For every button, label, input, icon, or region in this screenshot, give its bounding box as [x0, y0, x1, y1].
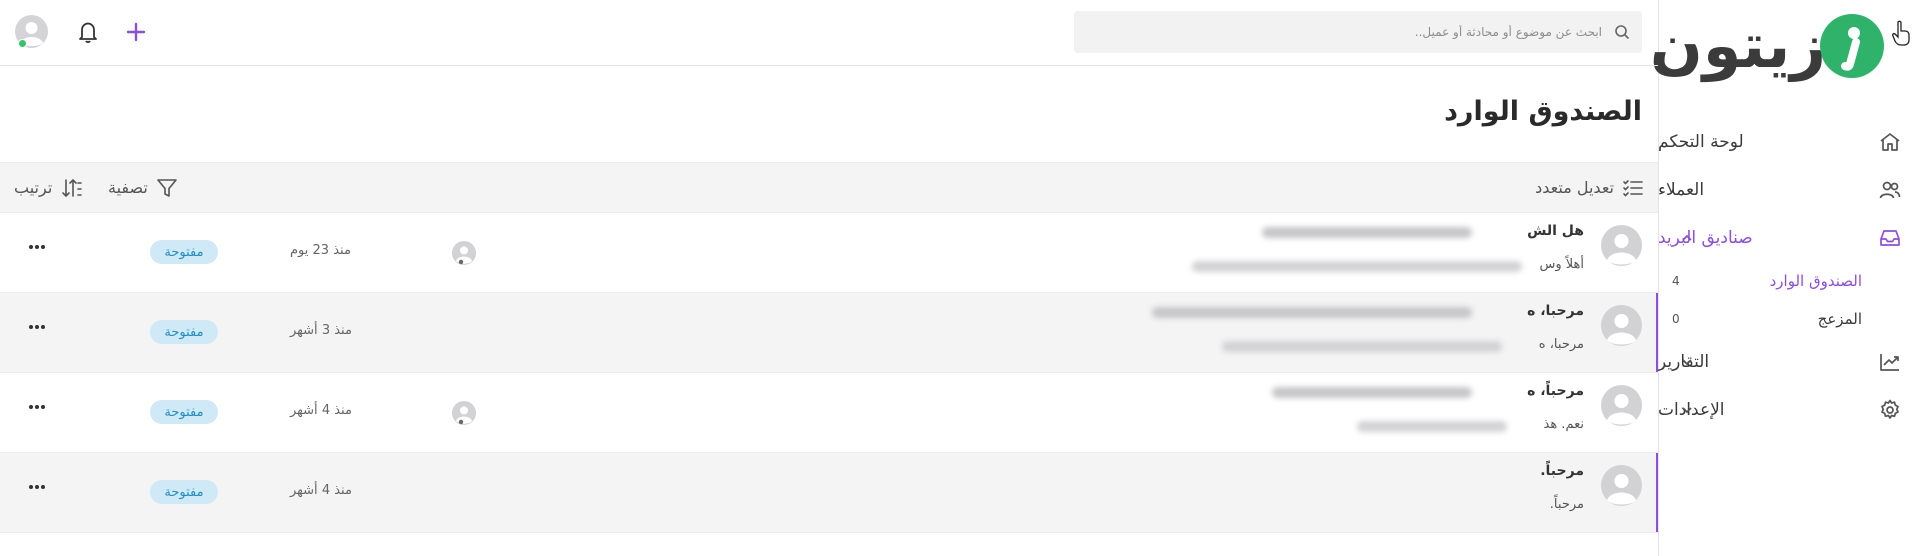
app-logo[interactable]: زيتون	[1650, 9, 1896, 82]
more-options-icon[interactable]	[28, 244, 46, 250]
status-badge: مفتوحة	[150, 320, 218, 344]
sidebar-item-customers[interactable]: العملاء	[1658, 166, 1912, 214]
conversation-subject: هل الش	[1527, 223, 1584, 239]
conversation-preview: أهلاً وس	[1539, 257, 1584, 272]
online-status-dot	[18, 39, 27, 48]
sort-label: ترتيب	[14, 178, 53, 197]
chevron-down-icon[interactable]	[1680, 355, 1694, 369]
bulk-edit-button[interactable]: تعديل متعدد	[1535, 163, 1644, 212]
conversation-subject: مرحبا، ه	[1527, 303, 1584, 319]
conversation-row[interactable]: مرحباً. مرحباً. منذ 4 أشهر مفتوحة	[0, 453, 1658, 533]
conversation-time: منذ 3 أشهر	[290, 323, 352, 338]
sidebar: زيتون لوحة التحكم العملاء صناديق البريد	[1650, 0, 1912, 556]
conversation-preview: مرحباً.	[1549, 497, 1584, 512]
chart-icon	[1880, 354, 1899, 371]
sidebar-item-label: لوحة التحكم	[1658, 132, 1744, 152]
sort-icon	[62, 178, 83, 197]
mouse-cursor-icon	[1892, 20, 1910, 46]
status-badge: مفتوحة	[150, 240, 218, 264]
sidebar-subitem-inbox[interactable]: الصندوق الوارد 4	[1658, 262, 1912, 300]
checklist-icon	[1623, 179, 1643, 197]
plus-icon[interactable]	[125, 21, 147, 43]
status-badge: مفتوحة	[150, 400, 218, 424]
sidebar-item-dashboard[interactable]: لوحة التحكم	[1658, 118, 1912, 166]
bulk-edit-label: تعديل متعدد	[1535, 178, 1614, 197]
home-icon	[1880, 133, 1900, 151]
users-icon	[1879, 181, 1901, 199]
redacted-content	[1082, 293, 1582, 373]
conversation-preview: نعم. هذ	[1543, 417, 1585, 432]
filter-button[interactable]: تصفية	[108, 163, 178, 212]
agent-avatar	[452, 241, 476, 265]
sidebar-subitem-spam[interactable]: المزعج 0	[1658, 300, 1912, 338]
sidebar-item-mailboxes[interactable]: صناديق البريد	[1658, 214, 1912, 262]
conversation-row[interactable]: مرحبا، ه مرحبا، ه منذ 3 أشهر مفتوحة	[0, 293, 1658, 373]
search-input[interactable]	[1074, 11, 1642, 53]
chevron-down-icon[interactable]	[1680, 403, 1694, 417]
customer-avatar	[1601, 305, 1642, 346]
conversation-time: منذ 23 يوم	[290, 243, 351, 258]
sidebar-item-label: العملاء	[1658, 180, 1705, 200]
topbar	[0, 0, 1658, 66]
sidebar-subitem-label: الصندوق الوارد	[1769, 272, 1862, 290]
more-options-icon[interactable]	[28, 484, 46, 490]
bell-icon[interactable]	[77, 20, 99, 44]
search-icon	[1615, 25, 1630, 40]
more-options-icon[interactable]	[28, 404, 46, 410]
sort-button[interactable]: ترتيب	[14, 163, 83, 212]
page-title: الصندوق الوارد	[1444, 96, 1642, 127]
conversation-subject: مرحباً، ه	[1527, 383, 1584, 399]
sidebar-item-settings[interactable]: الإعدادات	[1658, 386, 1912, 434]
conversation-time: منذ 4 أشهر	[290, 403, 352, 418]
conversation-toolbar: تعديل متعدد تصفية ترتيب	[0, 162, 1658, 213]
sidebar-nav: لوحة التحكم العملاء صناديق البريد الصندو…	[1658, 118, 1912, 434]
gear-icon	[1881, 399, 1899, 419]
customer-avatar	[1601, 225, 1642, 266]
chevron-up-icon[interactable]	[1680, 231, 1694, 245]
redacted-content	[1082, 373, 1582, 453]
customer-avatar	[1601, 385, 1642, 426]
conversation-preview: مرحبا، ه	[1538, 337, 1584, 352]
redacted-content	[1082, 213, 1582, 293]
customer-avatar	[1601, 465, 1642, 506]
sidebar-subitem-count: 4	[1672, 274, 1680, 288]
inbox-icon	[1880, 230, 1900, 246]
more-options-icon[interactable]	[28, 324, 46, 330]
conversation-row[interactable]: مرحباً، ه نعم. هذ منذ 4 أشهر مفتوحة	[0, 373, 1658, 453]
sidebar-subitem-count: 0	[1672, 312, 1680, 326]
conversation-row[interactable]: هل الش أهلاً وس منذ 23 يوم مفتوحة	[0, 213, 1658, 293]
logo-wordmark: زيتون	[1649, 9, 1828, 82]
logo-badge	[1820, 14, 1884, 78]
conversation-list: هل الش أهلاً وس منذ 23 يوم مفتوحة مرحبا،…	[0, 213, 1658, 533]
filter-label: تصفية	[108, 178, 148, 197]
filter-icon	[157, 178, 177, 197]
sidebar-item-label: صناديق البريد	[1658, 228, 1753, 248]
conversation-time: منذ 4 أشهر	[290, 483, 352, 498]
status-badge: مفتوحة	[150, 480, 218, 504]
sidebar-item-reports[interactable]: التقارير	[1658, 338, 1912, 386]
agent-avatar	[452, 401, 476, 425]
search-box[interactable]	[1074, 11, 1642, 53]
conversation-subject: مرحباً.	[1540, 463, 1584, 479]
sidebar-subitem-label: المزعج	[1817, 310, 1862, 328]
